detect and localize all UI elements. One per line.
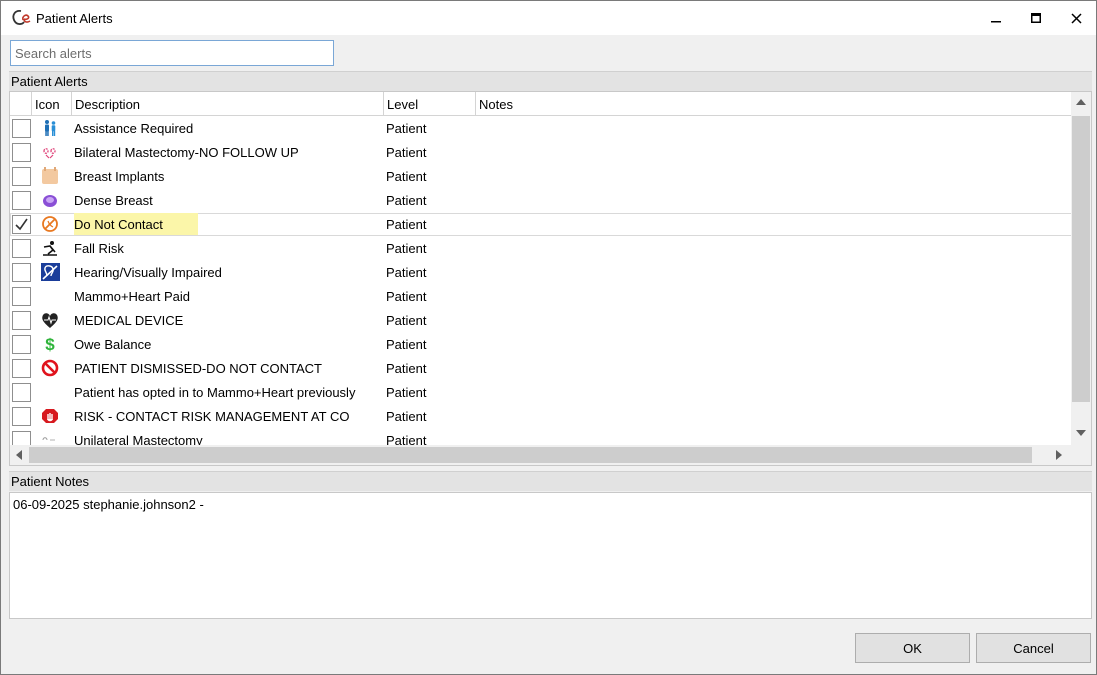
bilateral-mastectomy-icon [43,148,56,159]
alert-row[interactable]: Assistance Required Patient [10,117,1072,140]
svg-text:$: $ [45,335,55,353]
scroll-left-icon[interactable] [16,450,22,460]
alert-row[interactable]: Hearing/Visually Impaired Patient [10,261,1072,284]
notes-section-header: Patient Notes [9,471,1092,491]
alert-level: Patient [386,193,427,208]
alert-level: Patient [386,337,427,352]
alert-description: Fall Risk [74,241,124,256]
alert-checkbox[interactable] [12,359,31,378]
alert-description: Do Not Contact [74,213,198,235]
minimize-icon [991,21,1001,23]
alert-checkbox[interactable] [12,287,31,306]
column-header-check [10,92,32,116]
alert-level: Patient [386,241,427,256]
alert-description: Bilateral Mastectomy-NO FOLLOW UP [74,145,299,160]
scroll-down-icon[interactable] [1076,430,1086,436]
alerts-section-header: Patient Alerts [9,71,1092,91]
alert-checkbox[interactable] [12,383,31,402]
horizontal-scrollbar[interactable] [10,445,1072,465]
alert-level: Patient [386,361,427,376]
vertical-scrollbar[interactable] [1071,92,1091,446]
alert-level: Patient [386,121,427,136]
dense-breast-icon [43,195,57,207]
alert-description: Dense Breast [74,193,153,208]
vertical-scroll-thumb[interactable] [1072,116,1090,402]
alert-checkbox-checked[interactable] [12,215,31,234]
ok-button[interactable]: OK [855,633,970,663]
assistance-people-icon [45,120,56,136]
grid-header: Icon Description Level Notes [10,92,1072,116]
alert-description: Patient has opted in to Mammo+Heart prev… [74,385,356,400]
column-header-level[interactable]: Level [384,92,476,116]
alert-row[interactable]: $ Owe Balance Patient [10,333,1072,356]
alert-level: Patient [386,217,427,232]
alert-description: PATIENT DISMISSED-DO NOT CONTACT [74,361,322,376]
close-button[interactable] [1056,1,1096,35]
alert-row[interactable]: Fall Risk Patient [10,237,1072,260]
checkmark-icon [15,218,28,231]
alert-description: Assistance Required [74,121,194,136]
alert-checkbox[interactable] [12,119,31,138]
fall-risk-icon [43,241,57,256]
maximize-icon [1031,13,1041,23]
cancel-button[interactable]: Cancel [976,633,1091,663]
alert-row-selected[interactable]: Do Not Contact Patient [10,213,1072,236]
alert-level: Patient [386,265,427,280]
alert-checkbox[interactable] [12,335,31,354]
alert-checkbox[interactable] [12,191,31,210]
alert-row[interactable]: MEDICAL DEVICE Patient [10,309,1072,332]
alert-row[interactable]: Mammo+Heart Paid Patient [10,285,1072,308]
do-not-contact-icon [42,216,58,232]
alert-level: Patient [386,289,427,304]
breast-implants-icon [42,167,58,184]
alert-description: Owe Balance [74,337,152,352]
hearing-visually-impaired-icon [41,263,60,281]
maximize-button[interactable] [1016,1,1056,35]
alert-checkbox[interactable] [12,143,31,162]
column-header-icon[interactable]: Icon [32,92,72,116]
horizontal-scroll-thumb[interactable] [29,447,1032,463]
alerts-grid[interactable]: Icon Description Level Notes Assistance … [9,91,1092,466]
alert-checkbox[interactable] [12,263,31,282]
alert-row[interactable]: Bilateral Mastectomy-NO FOLLOW UP Patien… [10,141,1072,164]
scroll-right-icon[interactable] [1056,450,1062,460]
column-header-description[interactable]: Description [72,92,384,116]
alert-description: MEDICAL DEVICE [74,313,184,328]
scroll-up-icon[interactable] [1076,99,1086,105]
column-header-notes[interactable]: Notes [476,92,1072,116]
alert-description: Mammo+Heart Paid [74,289,190,304]
alert-checkbox[interactable] [12,311,31,330]
alert-row[interactable]: Breast Implants Patient [10,165,1072,188]
close-icon [1070,12,1082,24]
alert-row[interactable]: PATIENT DISMISSED-DO NOT CONTACT Patient [10,357,1072,380]
alert-level: Patient [386,145,427,160]
alert-description: RISK - CONTACT RISK MANAGEMENT AT CO [74,409,350,424]
stop-hand-icon [42,409,58,423]
alert-level: Patient [386,169,427,184]
alert-row[interactable]: RISK - CONTACT RISK MANAGEMENT AT CO Pat… [10,405,1072,428]
minimize-button[interactable] [976,1,1016,35]
prohibited-icon [41,359,59,377]
app-logo-icon [12,9,31,25]
title-bar[interactable]: Patient Alerts [1,1,1096,35]
alert-description: Hearing/Visually Impaired [74,265,222,280]
alert-level: Patient [386,385,427,400]
alert-row[interactable]: Patient has opted in to Mammo+Heart prev… [10,381,1072,404]
alert-checkbox[interactable] [12,407,31,426]
search-input[interactable] [10,40,334,66]
alert-checkbox[interactable] [12,239,31,258]
window-title: Patient Alerts [36,10,113,26]
heart-device-icon [42,313,58,328]
alert-level: Patient [386,409,427,424]
alert-description: Breast Implants [74,169,165,184]
dollar-icon: $ [45,335,55,353]
patient-notes-textarea[interactable]: 06-09-2025 stephanie.johnson2 - [9,492,1092,619]
alert-checkbox[interactable] [12,167,31,186]
alert-row[interactable]: Dense Breast Patient [10,189,1072,212]
alert-level: Patient [386,313,427,328]
scrollbar-corner [1071,445,1091,465]
patient-alerts-window: Patient Alerts Patient Alerts Icon Descr… [0,0,1097,675]
